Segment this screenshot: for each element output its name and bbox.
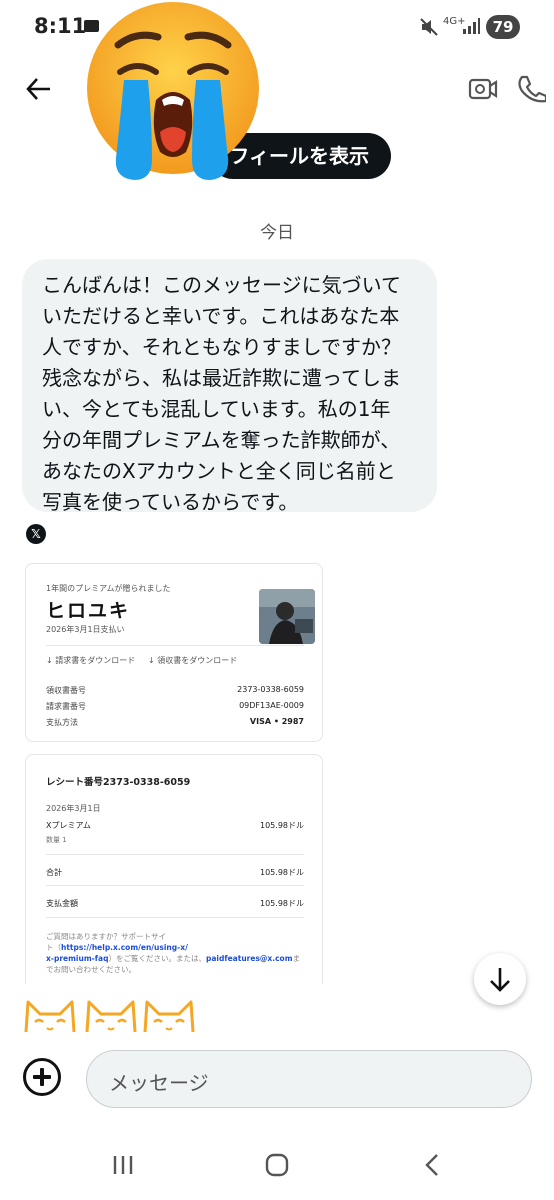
message-input[interactable]: メッセージ (86, 1050, 532, 1108)
receipt-number: レシート番号2373-0338-6059 (46, 777, 191, 788)
signal-icon (463, 18, 480, 34)
phone-icon[interactable] (516, 74, 546, 104)
message-bubble[interactable]: こんばんは！このメッセージに気づいて いただけると幸いです。これはあなた本 人で… (22, 259, 437, 514)
message-placeholder: メッセージ (109, 1071, 209, 1095)
scroll-to-bottom-button[interactable] (474, 953, 526, 1005)
mute-icon (420, 18, 438, 36)
back-nav-icon[interactable] (418, 1150, 448, 1180)
video-call-icon[interactable] (468, 76, 498, 102)
receipt-detail-card[interactable]: レシート番号2373-0338-6059 2026年3月1日 Xプレミアム 105… (25, 754, 323, 984)
message-line: い、今とても混乱しています。私の1年 (42, 397, 391, 421)
cat-emoji-icon (24, 1000, 76, 1033)
message-line: 分の年間プレミアムを奪った詐欺師が、 (42, 428, 401, 452)
recent-apps-icon[interactable] (108, 1150, 138, 1180)
receipt-row: 請求書番号 09DF13AE-0009 (46, 701, 304, 711)
message-line: 写真を使っているからです。 (42, 490, 299, 514)
download-invoice-link[interactable]: ↓ 請求書をダウンロード (46, 655, 135, 666)
recipient-name: ヒロユキ (46, 600, 131, 622)
paid-date: 2026年3月1日支払い (46, 625, 125, 634)
email-link[interactable]: paidfeatures@x.com (206, 954, 293, 963)
add-attachment-button[interactable] (23, 1058, 61, 1096)
support-footer: ご質問はありますか？サポートサイ ト（https://help.x.com/en… (46, 932, 301, 974)
receipt-card[interactable]: 1年間のプレミアムが贈られました ヒロユキ 2026年3月1日支払い ↓ 請求書… (25, 563, 323, 742)
paid-row: 支払金額 105.98ドル (46, 899, 304, 908)
cat-emoji-icon (85, 1000, 137, 1033)
receipt-row: 支払方法 VISA • 2987 (46, 717, 304, 727)
receipt-caption: 1年間のプレミアムが贈られました (46, 584, 171, 593)
download-receipt-link[interactable]: ↓ 領収書をダウンロード (148, 655, 237, 666)
help-link-2[interactable]: x-premium-faq (46, 954, 108, 963)
x-logo-icon: 𝕏 (26, 524, 46, 544)
back-arrow-icon[interactable] (24, 74, 54, 104)
receipt-date: 2026年3月1日 (46, 804, 101, 813)
crying-emoji-icon (87, 2, 259, 180)
line-item: Xプレミアム 105.98ドル (46, 821, 304, 830)
home-icon[interactable] (262, 1150, 292, 1180)
cat-emoji-icon (143, 1000, 195, 1033)
quantity: 数量 1 (46, 836, 67, 844)
day-divider: 今日 (260, 223, 294, 243)
arrow-down-icon (490, 968, 510, 992)
message-line: 人ですか、それともなりすましですか？ (42, 335, 401, 359)
help-link[interactable]: https://help.x.com/en/using-x/ (61, 943, 188, 952)
profile-photo (259, 589, 315, 644)
battery-indicator: 79 (486, 15, 520, 39)
message-line: こんばんは！このメッセージに気づいて (42, 273, 401, 297)
receipt-row: 領収書番号 2373-0338-6059 (46, 685, 304, 695)
total-row: 合計 105.98ドル (46, 868, 304, 877)
message-line: あなたのXアカウントと全く同じ名前と (42, 459, 396, 483)
message-line: 残念ながら、私は最近詐欺に遭ってしま (42, 366, 401, 390)
message-line: いただけると幸いです。これはあなた本 (42, 304, 400, 328)
